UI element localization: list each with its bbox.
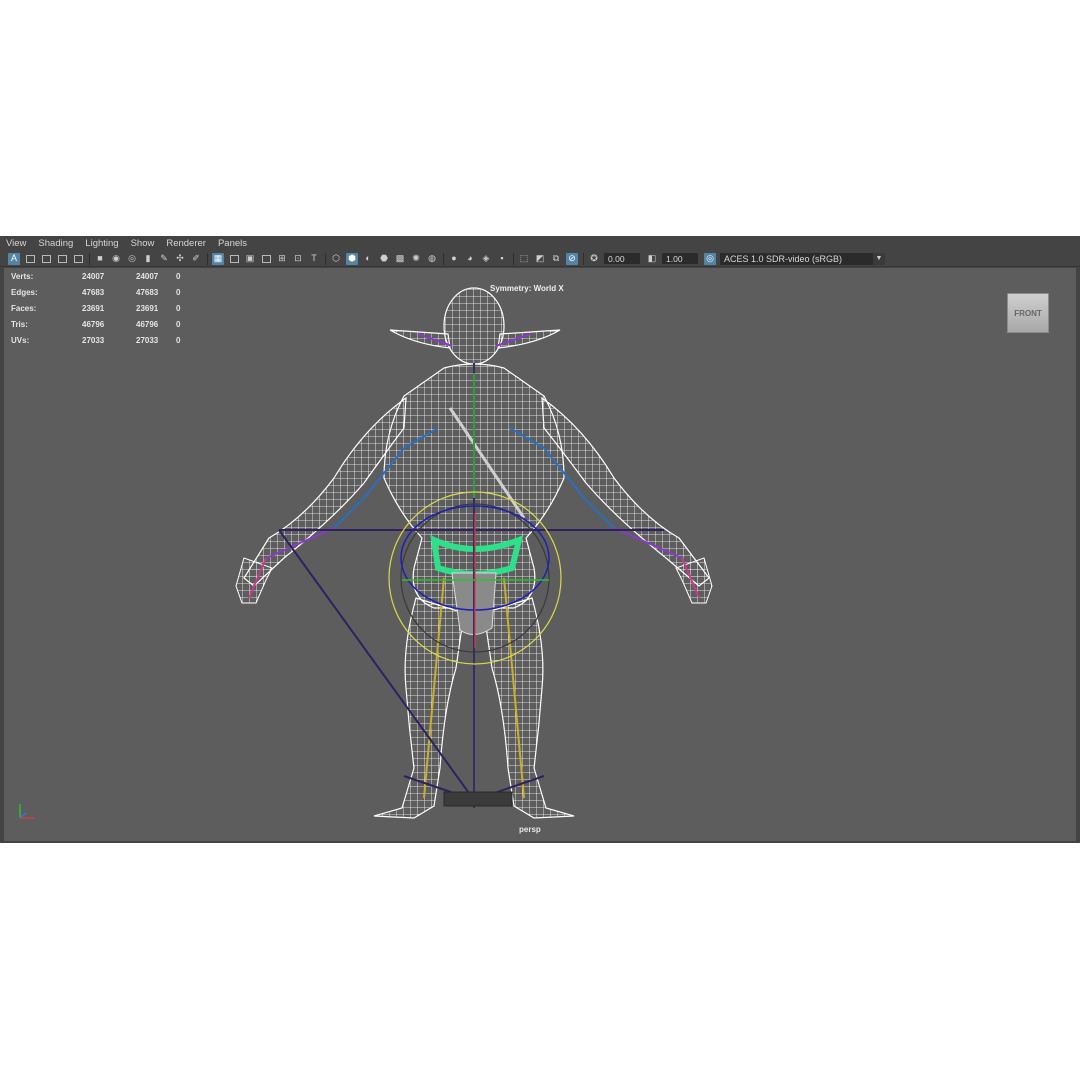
isolate-select-icon[interactable]: ⬚: [518, 253, 530, 265]
depth-of-field-icon[interactable]: ▪: [496, 253, 508, 265]
field-chart-icon[interactable]: ⊞: [276, 253, 288, 265]
gamma-icon[interactable]: ◧: [646, 253, 658, 265]
xray-icon[interactable]: ◩: [534, 253, 546, 265]
skeleton-joints[interactable]: [248, 333, 700, 808]
menu-lighting[interactable]: Lighting: [85, 238, 118, 249]
root-foot-pad[interactable]: [443, 791, 513, 807]
select-camera-icon[interactable]: A: [8, 252, 20, 265]
menu-show[interactable]: Show: [131, 238, 155, 249]
toolbar-divider: [207, 252, 208, 265]
grid-icon[interactable]: ▦: [212, 252, 224, 265]
gate-mask-icon[interactable]: [260, 253, 272, 265]
poly-count-hud: Verts: 24007 24007 0 Edges: 47683 47683 …: [11, 268, 231, 348]
toolbar-divider: [443, 252, 444, 265]
hud-row-verts: Verts: 24007 24007 0: [11, 271, 181, 281]
color-space-dropdown[interactable]: ACES 1.0 SDR-video (sRGB) ▼: [720, 252, 885, 265]
ambient-occlusion-icon[interactable]: ●: [448, 253, 460, 265]
2d-pan-zoom-icon[interactable]: [72, 253, 84, 265]
hud-row-uvs: UVs: 27033 27033 0: [11, 335, 181, 345]
textured-icon[interactable]: ▩: [394, 253, 406, 265]
camera-attributes-icon[interactable]: [24, 253, 36, 265]
viewcube-front[interactable]: FRONT: [1007, 293, 1049, 333]
panel-menubar: View Shading Lighting Show Renderer Pane…: [0, 236, 1080, 251]
image-plane-icon[interactable]: [56, 253, 68, 265]
multisample-aa-icon[interactable]: ◈: [480, 253, 492, 265]
tumble-icon[interactable]: ✣: [174, 253, 186, 265]
default-material-icon[interactable]: ◐: [362, 253, 374, 265]
xray-joints-icon[interactable]: ⧉: [550, 253, 562, 265]
gamma-field[interactable]: 1.00: [662, 253, 698, 264]
hud-row-faces: Faces: 23691 23691 0: [11, 303, 181, 313]
world-axis-icon: [19, 804, 34, 819]
safe-title-icon[interactable]: T: [308, 253, 320, 265]
symmetry-label: Symmetry: World X: [490, 284, 564, 293]
chevron-down-icon: ▼: [873, 252, 885, 265]
track-camera-icon[interactable]: ◎: [126, 253, 138, 265]
pencil-draw-icon[interactable]: ✐: [190, 253, 202, 265]
wireframe-on-shaded-icon[interactable]: ⬣: [378, 253, 390, 265]
toolbar-divider: [89, 252, 90, 265]
menu-panels[interactable]: Panels: [218, 238, 247, 249]
use-lights-icon[interactable]: ✺: [410, 253, 422, 265]
resolution-gate-icon[interactable]: ▣: [244, 253, 256, 265]
xray-active-components-icon[interactable]: ⊘: [566, 252, 578, 265]
menu-view[interactable]: View: [6, 238, 26, 249]
toolbar-divider: [583, 252, 584, 265]
motion-blur-icon[interactable]: ◕: [464, 253, 476, 265]
menu-renderer[interactable]: Renderer: [166, 238, 206, 249]
smooth-shade-icon[interactable]: ⬢: [346, 252, 358, 265]
3d-viewport[interactable]: Verts: 24007 24007 0 Edges: 47683 47683 …: [4, 268, 1076, 841]
character-rig-scene[interactable]: [4, 268, 1076, 841]
exposure-icon[interactable]: ✪: [588, 253, 600, 265]
camera-name-label: persp: [519, 825, 541, 834]
lock-camera-icon[interactable]: ◉: [110, 253, 122, 265]
hud-row-tris: Tris: 46796 46796 0: [11, 319, 181, 329]
camera-icon[interactable]: ■: [94, 253, 106, 265]
shadows-icon[interactable]: ◍: [426, 253, 438, 265]
menu-shading[interactable]: Shading: [38, 238, 73, 249]
exposure-field[interactable]: 0.00: [604, 253, 640, 264]
bookmarks-icon[interactable]: [40, 253, 52, 265]
color-space-value: ACES 1.0 SDR-video (sRGB): [724, 253, 843, 264]
wireframe-icon[interactable]: ⬡: [330, 253, 342, 265]
toolbar-divider: [513, 252, 514, 265]
hud-row-edges: Edges: 47683 47683 0: [11, 287, 181, 297]
maya-viewport-panel: View Shading Lighting Show Renderer Pane…: [0, 236, 1080, 843]
panel-toolbar: A ■ ◉ ◎ ▮ ✎ ✣ ✐ ▦ ▣ ⊞ ⊡ T ⬡ ⬢ ◐ ⬣ ▩ ✺ ◍ …: [0, 251, 1080, 267]
safe-action-icon[interactable]: ⊡: [292, 253, 304, 265]
film-gate-icon[interactable]: [228, 253, 240, 265]
bookmark-flag-icon[interactable]: ▮: [142, 253, 154, 265]
grease-pencil-icon[interactable]: ✎: [158, 253, 170, 265]
toolbar-divider: [325, 252, 326, 265]
color-management-icon[interactable]: ◎: [704, 252, 716, 265]
